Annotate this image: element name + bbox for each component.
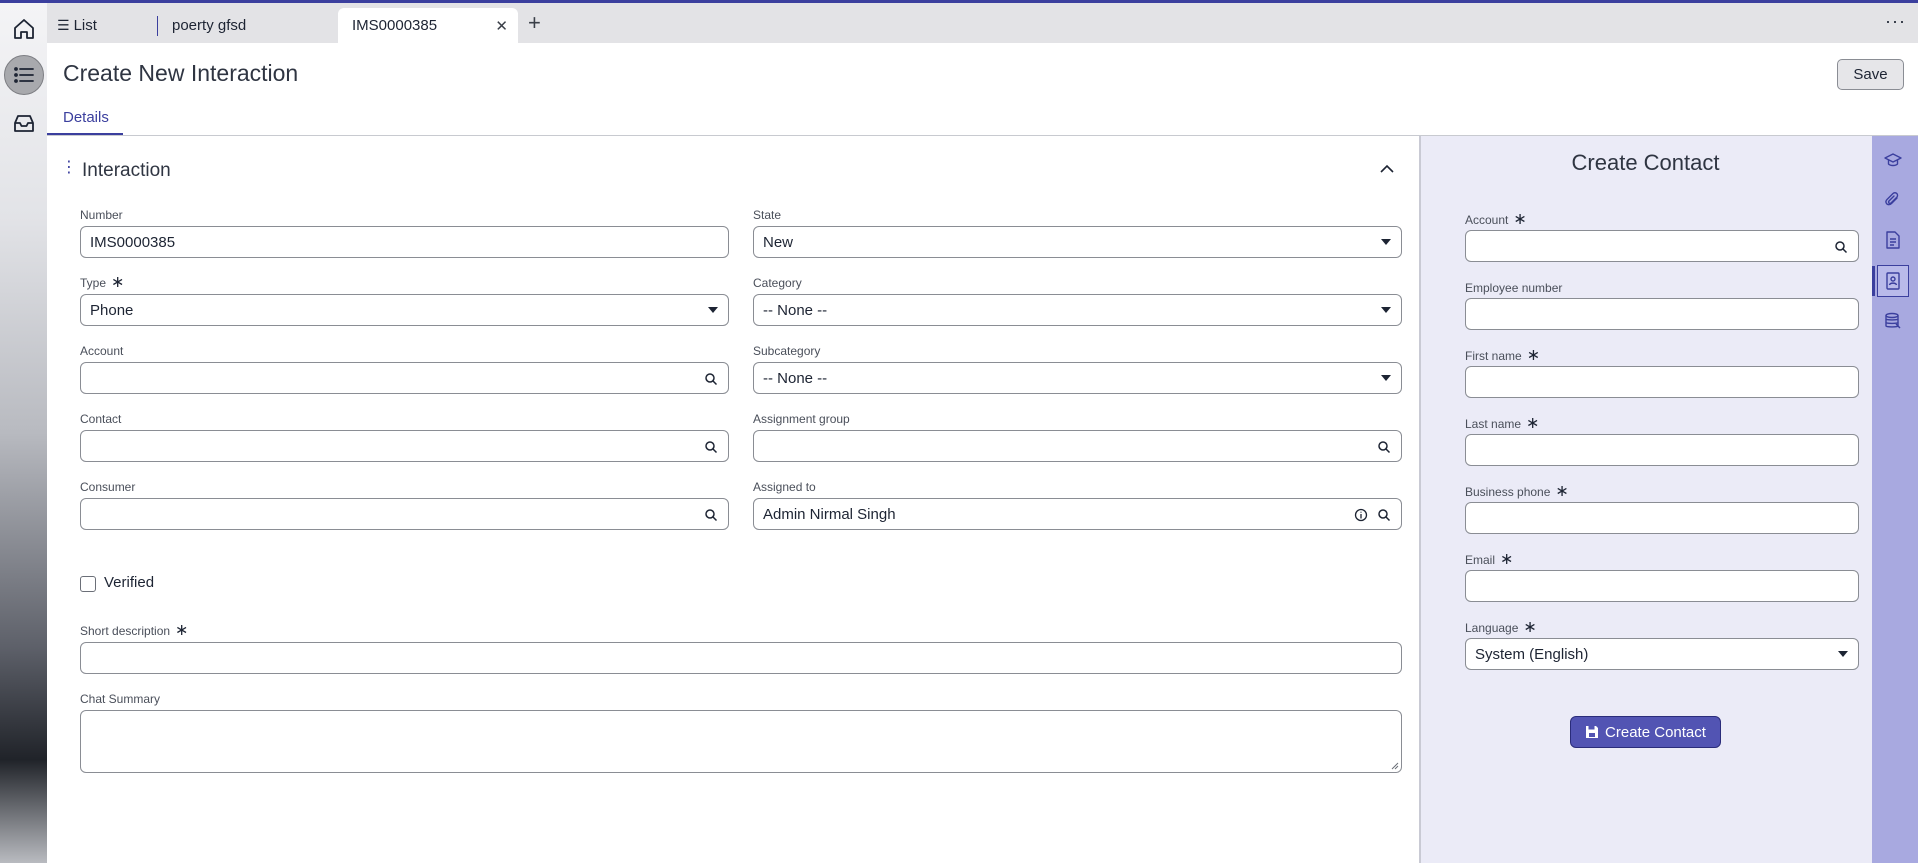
required-icon: ∗: [175, 622, 189, 639]
floppy-disk-icon: [1586, 726, 1599, 738]
caret-down-icon: [708, 307, 718, 313]
tab-label: List: [73, 17, 97, 34]
required-icon: ∗: [1513, 211, 1527, 228]
employee-number-label: Employee number: [1465, 281, 1563, 295]
database-icon[interactable]: [1884, 312, 1902, 330]
search-icon[interactable]: [704, 440, 718, 454]
graduation-cap-icon[interactable]: [1884, 151, 1902, 169]
resize-handle-icon[interactable]: [1391, 762, 1399, 770]
info-icon[interactable]: [1354, 508, 1368, 522]
tab-ims0000385[interactable]: IMS0000385 ✕: [338, 8, 518, 43]
left-nav-rail: [0, 3, 47, 863]
assigned-to-label: Assigned to: [753, 480, 816, 494]
list-button[interactable]: [4, 55, 44, 95]
business-phone-field[interactable]: [1465, 502, 1859, 534]
category-label: Category: [753, 276, 802, 290]
add-tab-icon[interactable]: +: [528, 11, 541, 35]
caret-down-icon: [1381, 239, 1391, 245]
tab-details[interactable]: Details: [63, 109, 109, 126]
list-small-icon: ☰: [57, 17, 70, 33]
contact-label: Contact: [80, 412, 122, 426]
section-title: Interaction: [82, 160, 171, 181]
contact-account-field[interactable]: [1465, 230, 1859, 262]
employee-number-field[interactable]: [1465, 298, 1859, 330]
contact-book-icon[interactable]: [1884, 272, 1902, 290]
caret-down-icon: [1381, 375, 1391, 381]
account-label: Account: [80, 344, 124, 358]
tab-separator: [157, 16, 158, 36]
number-label: Number: [80, 208, 123, 222]
search-icon[interactable]: [1834, 240, 1848, 254]
search-icon[interactable]: [1377, 508, 1391, 522]
close-icon[interactable]: ✕: [495, 17, 508, 35]
document-icon[interactable]: [1884, 231, 1902, 249]
type-label: Type ∗: [80, 274, 125, 291]
subcategory-select[interactable]: -- None --: [753, 362, 1402, 394]
tab-label: poerty gfsd: [172, 17, 247, 34]
business-phone-label: Business phone ∗: [1465, 483, 1569, 500]
required-icon: ∗: [111, 274, 125, 291]
inbox-button[interactable]: [4, 103, 44, 143]
required-icon: ∗: [1526, 415, 1540, 432]
first-name-field[interactable]: [1465, 366, 1859, 398]
required-icon: ∗: [1526, 347, 1541, 364]
required-icon: ∗: [1555, 483, 1569, 500]
contact-account-label: Account ∗: [1465, 211, 1527, 228]
category-select[interactable]: -- None --: [753, 294, 1402, 326]
create-contact-button[interactable]: Create Contact: [1570, 716, 1721, 748]
account-field[interactable]: [80, 362, 729, 394]
verified-checkbox[interactable]: [80, 576, 96, 592]
chat-summary-textarea[interactable]: [80, 710, 1402, 773]
chevron-up-icon[interactable]: [1378, 160, 1396, 178]
short-description-field[interactable]: [80, 642, 1402, 674]
last-name-field[interactable]: [1465, 434, 1859, 466]
inbox-icon: [14, 115, 34, 132]
language-select[interactable]: System (English): [1465, 638, 1859, 670]
tab-label: IMS0000385: [352, 17, 438, 34]
tab-list[interactable]: ☰ List: [57, 8, 147, 43]
search-icon[interactable]: [704, 508, 718, 522]
subcategory-label: Subcategory: [753, 344, 821, 358]
create-contact-label: Create Contact: [1605, 723, 1706, 741]
assignment-group-field[interactable]: [753, 430, 1402, 462]
page-title: Create New Interaction: [63, 60, 299, 86]
short-description-label: Short description ∗: [80, 622, 189, 639]
active-rail-bar: [1872, 266, 1875, 296]
home-icon: [14, 19, 34, 39]
kebab-icon[interactable]: ⋮: [61, 160, 77, 176]
email-label: Email ∗: [1465, 551, 1514, 568]
last-name-label: Last name ∗: [1465, 415, 1540, 432]
first-name-label: First name ∗: [1465, 347, 1541, 364]
number-field[interactable]: IMS0000385: [80, 226, 729, 258]
consumer-label: Consumer: [80, 480, 136, 494]
state-label: State: [753, 208, 782, 222]
list-icon: [14, 67, 34, 83]
chat-summary-label: Chat Summary: [80, 692, 161, 706]
tab-strip: ☰ List poerty gfsd ✕ IMS0000385 ✕ + ···: [47, 3, 1918, 43]
more-options-icon[interactable]: ···: [1885, 11, 1906, 32]
assignment-group-label: Assignment group: [753, 412, 850, 426]
save-button[interactable]: Save: [1837, 59, 1904, 90]
required-icon: ∗: [1523, 619, 1537, 636]
type-select[interactable]: Phone: [80, 294, 729, 326]
verified-label: Verified: [104, 574, 155, 591]
required-icon: ∗: [1500, 551, 1514, 568]
paperclip-icon[interactable]: [1884, 191, 1902, 209]
contact-field[interactable]: [80, 430, 729, 462]
email-field[interactable]: [1465, 570, 1859, 602]
consumer-field[interactable]: [80, 498, 729, 530]
language-label: Language ∗: [1465, 619, 1537, 636]
contact-panel-title: Create Contact: [1571, 150, 1720, 175]
caret-down-icon: [1838, 651, 1848, 657]
caret-down-icon: [1381, 307, 1391, 313]
state-select[interactable]: New: [753, 226, 1402, 258]
home-button[interactable]: [4, 9, 44, 49]
search-icon[interactable]: [1377, 440, 1391, 454]
search-icon[interactable]: [704, 372, 718, 386]
assigned-to-field[interactable]: Admin Nirmal Singh: [753, 498, 1402, 530]
